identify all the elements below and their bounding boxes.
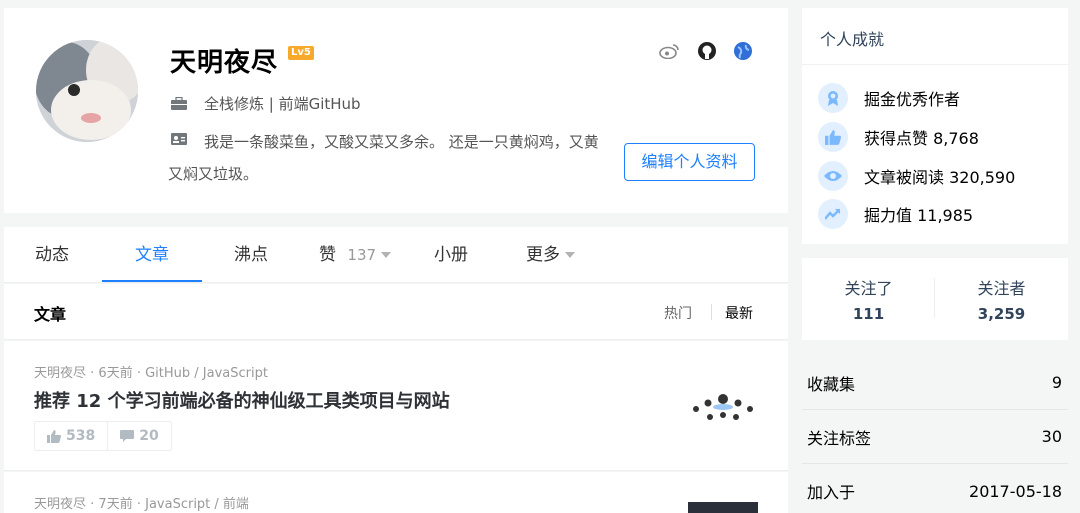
tab-likes-label: 赞 bbox=[319, 245, 336, 265]
globe-icon[interactable] bbox=[732, 40, 754, 62]
thumbs-up-icon bbox=[47, 429, 61, 443]
briefcase-icon bbox=[171, 97, 187, 110]
list-title: 文章 bbox=[34, 305, 67, 324]
edit-profile-button[interactable]: 编辑个人资料 bbox=[624, 143, 755, 181]
stat-label: 加入于 bbox=[807, 483, 856, 502]
trend-icon bbox=[818, 199, 848, 229]
active-tab-indicator bbox=[102, 280, 202, 282]
tab-activity[interactable]: 动态 bbox=[35, 227, 69, 283]
medal-icon bbox=[818, 83, 848, 113]
article-time: 7天前 bbox=[98, 497, 133, 512]
following-count: 111 bbox=[852, 305, 885, 323]
like-count: 538 bbox=[66, 428, 96, 444]
achievement-text: 文章被阅读 320,590 bbox=[864, 168, 1016, 187]
divider bbox=[802, 64, 1068, 65]
bio: 我是一条酸菜鱼，又酸又菜又多余。 还是一只黄焖鸡，又黄又焖又垃圾。 bbox=[168, 133, 599, 183]
achievements-title: 个人成就 bbox=[820, 30, 885, 49]
follow-card: 关注了 111 关注者 3,259 bbox=[802, 258, 1068, 340]
achievement-text: 获得点赞 8,768 bbox=[864, 129, 979, 148]
stat-row-collections[interactable]: 收藏集 9 bbox=[802, 356, 1068, 410]
following-label: 关注了 bbox=[844, 279, 893, 298]
like-button[interactable]: 538 bbox=[35, 422, 107, 450]
article-author[interactable]: 天明夜尽 bbox=[34, 497, 86, 512]
achievement-text: 掘金优秀作者 bbox=[864, 90, 961, 109]
stat-value: 9 bbox=[1051, 373, 1062, 392]
achievement-item: 掘力值 11,985 bbox=[818, 199, 973, 229]
achievement-item: 获得点赞 8,768 bbox=[818, 122, 979, 152]
article-thumbnail[interactable] bbox=[688, 502, 758, 513]
article-tags[interactable]: GitHub / JavaScript bbox=[145, 366, 268, 381]
comment-count: 20 bbox=[139, 428, 159, 444]
sort-hot[interactable]: 热门 bbox=[664, 303, 692, 323]
article-actions: 538 20 bbox=[34, 421, 172, 451]
chevron-down-icon bbox=[565, 252, 575, 258]
achievements-card: 个人成就 掘金优秀作者 获得点赞 8,768 文章被阅读 320,590 掘力值… bbox=[802, 8, 1068, 244]
list-item[interactable]: 天明夜尽 · 6天前 · GitHub / JavaScript 推荐 12 个… bbox=[4, 341, 788, 471]
job-title: 全栈修炼 | 前端GitHub bbox=[204, 95, 361, 113]
stat-value: 2017-05-18 bbox=[969, 481, 1062, 501]
username: 天明夜尽 bbox=[170, 48, 279, 78]
profile-tabs: 动态 文章 沸点 赞 137 小册 更多 bbox=[4, 227, 788, 283]
followers-count: 3,259 bbox=[977, 305, 1026, 323]
article-meta: 天明夜尽 · 7天前 · JavaScript / 前端 bbox=[34, 497, 249, 512]
comment-icon bbox=[120, 429, 135, 442]
sort-new[interactable]: 最新 bbox=[725, 303, 753, 323]
github-icon[interactable] bbox=[696, 40, 718, 62]
stat-value: 30 bbox=[1041, 427, 1062, 446]
stat-label: 关注标签 bbox=[807, 428, 872, 448]
article-author[interactable]: 天明夜尽 bbox=[34, 366, 86, 381]
article-thumbnail[interactable] bbox=[688, 385, 758, 435]
comment-button[interactable]: 20 bbox=[107, 422, 170, 450]
tab-booklets[interactable]: 小册 bbox=[434, 227, 468, 283]
divider bbox=[711, 304, 712, 320]
thumbs-up-icon bbox=[818, 122, 848, 152]
chevron-down-icon bbox=[381, 252, 392, 258]
achievement-item: 掘金优秀作者 bbox=[818, 83, 960, 113]
article-list-header: 文章 热门 最新 bbox=[4, 284, 788, 340]
stat-row-tags[interactable]: 关注标签 30 bbox=[802, 410, 1068, 464]
eye-icon bbox=[818, 161, 848, 191]
article-time: 6天前 bbox=[98, 366, 133, 381]
stat-row-joined: 加入于 2017-05-18 bbox=[802, 464, 1068, 513]
level-badge: Lv5 bbox=[288, 46, 314, 60]
weibo-icon[interactable] bbox=[658, 40, 680, 62]
article-tags[interactable]: JavaScript / 前端 bbox=[145, 497, 249, 512]
tab-more[interactable]: 更多 bbox=[526, 227, 575, 283]
like-count: 137 bbox=[347, 246, 377, 264]
tab-likes[interactable]: 赞 137 bbox=[319, 227, 392, 283]
stat-label: 收藏集 bbox=[807, 374, 856, 394]
tab-articles[interactable]: 文章 bbox=[135, 227, 169, 283]
article-meta: 天明夜尽 · 6天前 · GitHub / JavaScript bbox=[34, 366, 268, 381]
avatar[interactable] bbox=[36, 40, 138, 142]
article-title[interactable]: 推荐 12 个学习前端必备的神仙级工具类项目与网站 bbox=[34, 387, 450, 413]
achievement-item: 文章被阅读 320,590 bbox=[818, 161, 1015, 191]
profile-card: 天明夜尽 Lv5 全栈修炼 | 前端GitHub 我是一条酸菜鱼，又酸又菜又多余… bbox=[4, 8, 788, 213]
tab-pins[interactable]: 沸点 bbox=[234, 227, 268, 283]
following-link[interactable]: 关注了 111 bbox=[802, 275, 935, 323]
tab-more-label: 更多 bbox=[526, 245, 560, 265]
list-item[interactable]: 天明夜尽 · 7天前 · JavaScript / 前端 bbox=[4, 472, 788, 513]
achievement-text: 掘力值 11,985 bbox=[864, 206, 974, 225]
followers-link[interactable]: 关注者 3,259 bbox=[935, 275, 1068, 323]
followers-label: 关注者 bbox=[977, 279, 1026, 298]
